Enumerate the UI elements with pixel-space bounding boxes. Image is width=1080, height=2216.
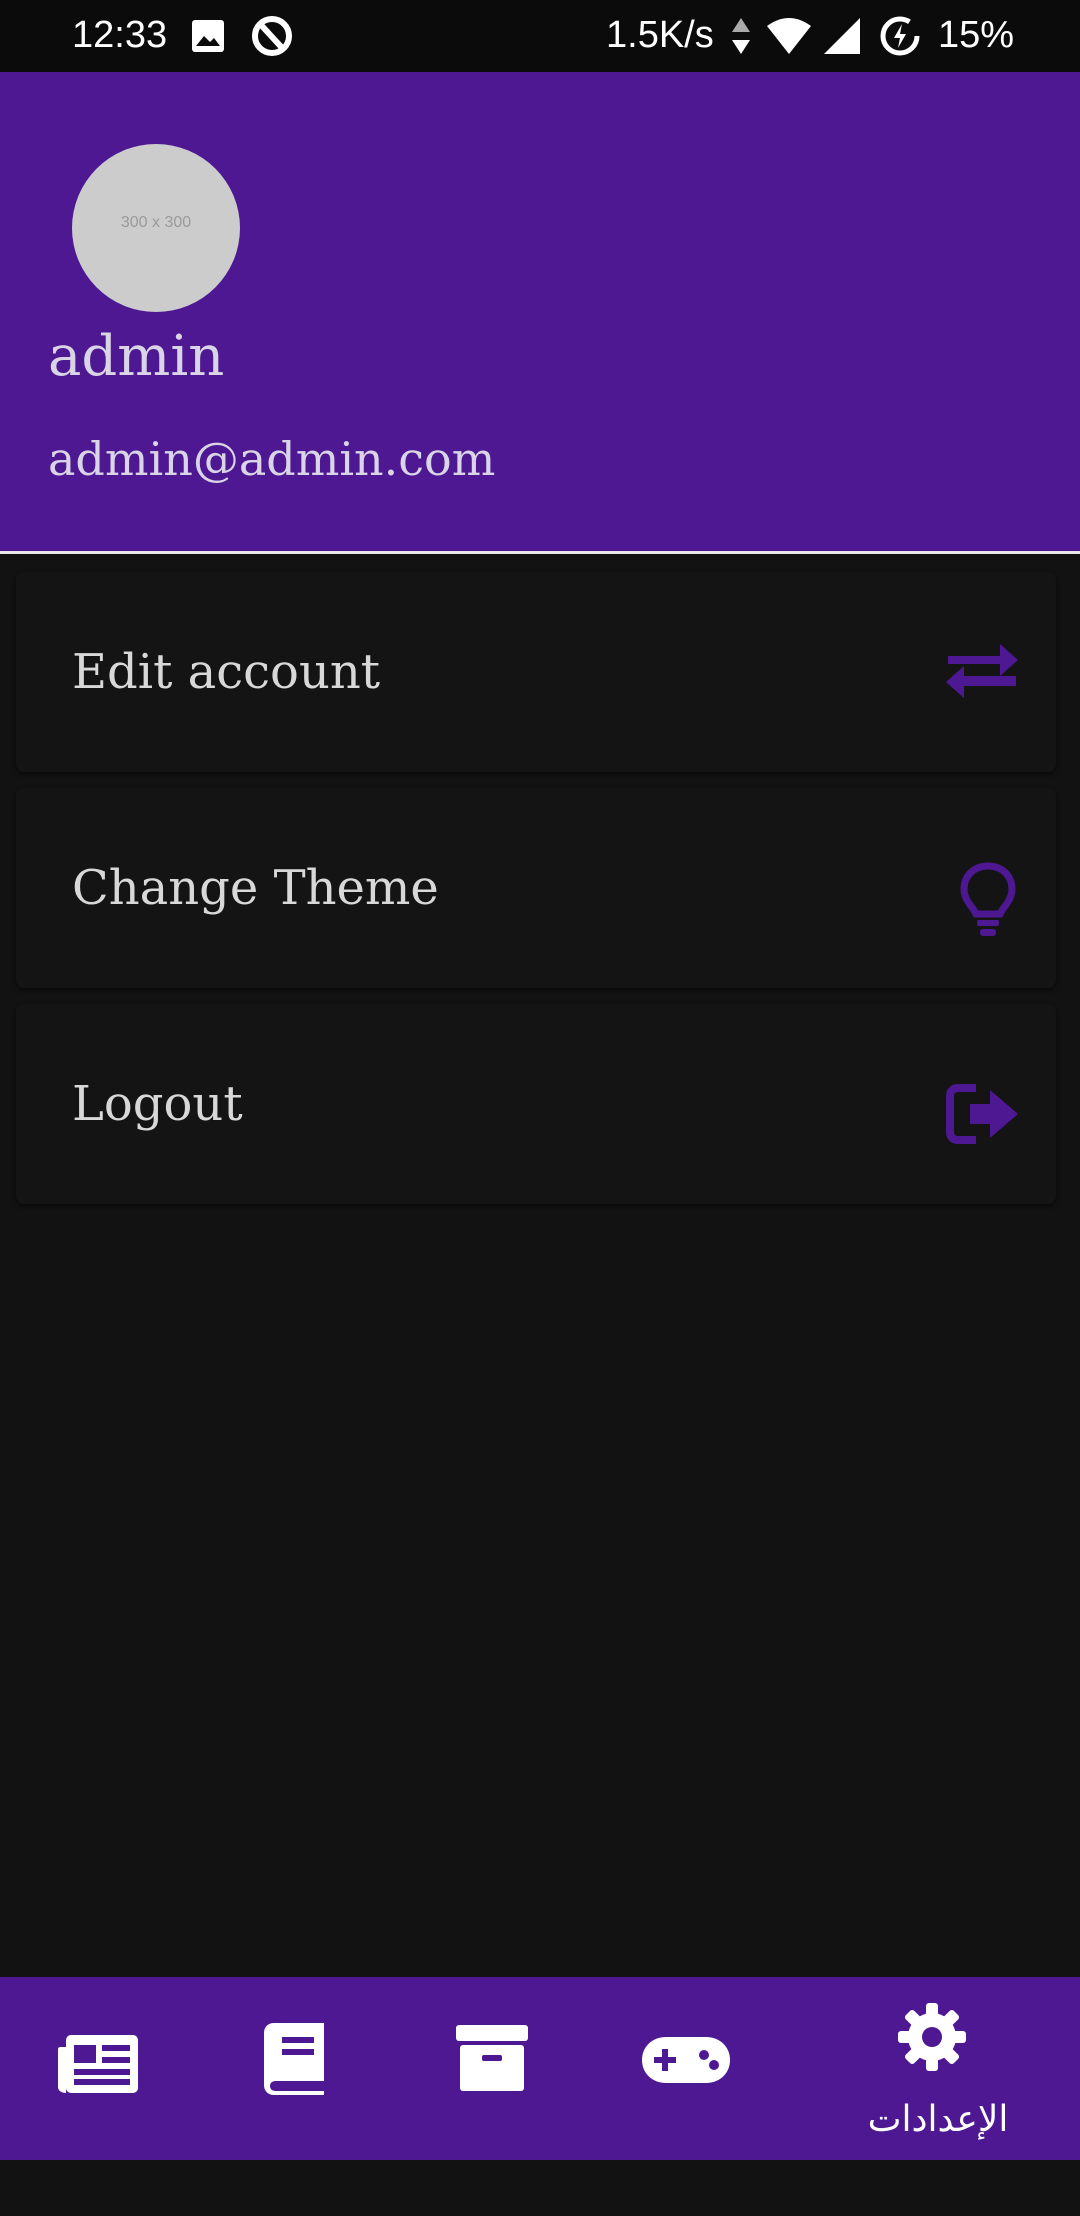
profile-name: admin [48,324,225,389]
lightbulb-icon [960,862,1016,942]
status-bar: 12:33 1.5K/s 15% [0,0,1080,72]
header-divider [0,551,1080,554]
profile-header: 300 x 300 admin admin@admin.com [0,72,1080,552]
data-arrows-icon [730,16,752,61]
battery-saver-icon [878,14,922,63]
avatar-placeholder-text: 300 x 300 [120,214,192,231]
menu-item-label: Edit account [72,644,381,700]
gear-icon[interactable] [896,2001,968,2184]
gamepad-icon[interactable] [640,2033,732,2216]
bottom-nav: الإعدادات [0,1977,1080,2160]
battery-percent: 15% [938,14,1015,56]
status-time: 12:33 [72,14,168,56]
image-icon [190,18,226,59]
avatar[interactable]: 300 x 300 [72,144,240,312]
menu-item-label: Logout [72,1076,243,1132]
archive-icon[interactable] [456,2025,528,2208]
logout-icon [946,1084,1020,1148]
nav-label-settings[interactable]: الإعدادات [858,2099,1018,2140]
wifi-icon [765,16,813,61]
vpn-q-icon [250,14,294,63]
book-icon[interactable] [262,2021,328,2204]
menu-item-logout[interactable]: Logout [16,1004,1056,1204]
cell-signal-icon [822,16,862,61]
menu-item-change-theme[interactable]: Change Theme [16,788,1056,988]
menu-item-edit-account[interactable]: Edit account [16,572,1056,772]
newspaper-icon[interactable] [56,2033,140,2216]
menu-item-label: Change Theme [72,860,439,916]
network-speed: 1.5K/s [606,14,714,56]
profile-email: admin@admin.com [48,432,496,486]
swap-arrows-icon [944,640,1020,704]
